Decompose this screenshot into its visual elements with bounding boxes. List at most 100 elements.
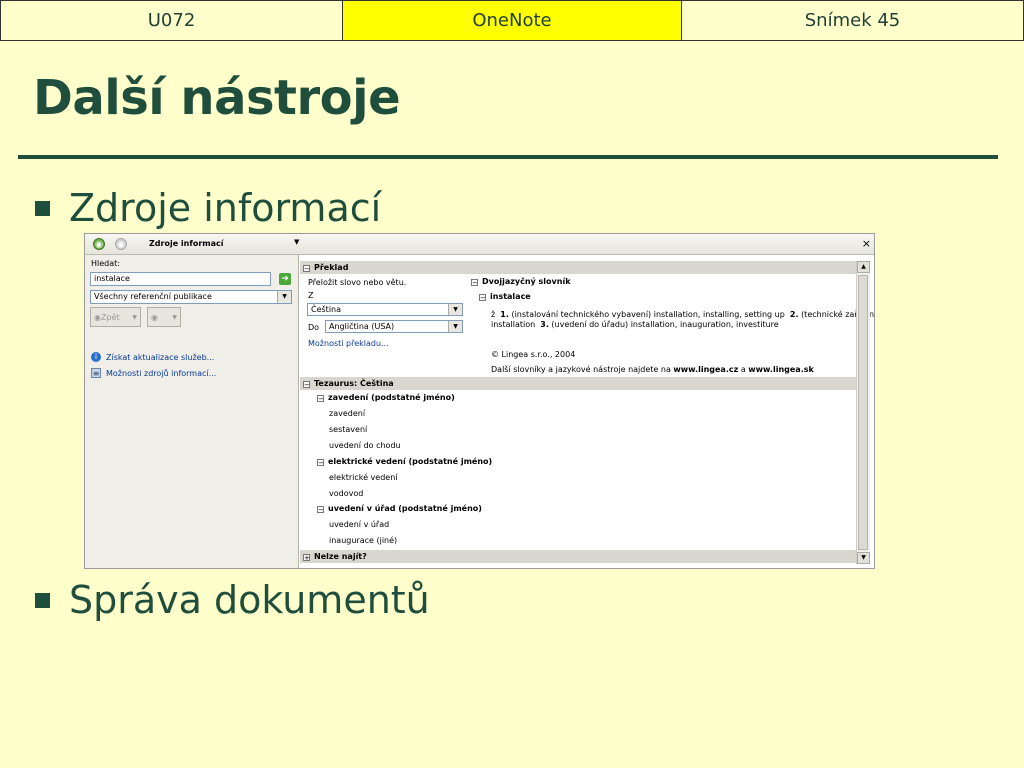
from-language-value: Čeština bbox=[311, 305, 342, 314]
forward-icon[interactable]: ◉ bbox=[93, 238, 105, 250]
def-3-number: 3. bbox=[540, 320, 549, 329]
def-3-text: (uvedení do úřadu) installation, inaugur… bbox=[551, 320, 779, 329]
dict-pos: ž bbox=[491, 310, 496, 319]
to-language-value: Angličtina (USA) bbox=[329, 322, 395, 331]
course-code: U072 bbox=[0, 0, 343, 41]
thesaurus-item[interactable]: sestavení bbox=[329, 425, 367, 434]
collapse-icon[interactable]: − bbox=[317, 459, 324, 467]
get-updates-label: Získat aktualizace služeb... bbox=[106, 352, 215, 362]
thesaurus-section-header[interactable]: − Tezaurus: Čeština bbox=[300, 377, 857, 390]
chevron-down-icon[interactable]: ▼ bbox=[132, 314, 137, 321]
thesaurus-item[interactable]: zavedení bbox=[329, 409, 365, 418]
results-scrollbar[interactable]: ▲ ▼ bbox=[856, 261, 870, 564]
translation-options-link[interactable]: Možnosti překladu... bbox=[308, 339, 389, 348]
not-found-section-header[interactable]: + Nelze najít? bbox=[300, 550, 857, 563]
thesaurus-group-header[interactable]: − uvedení v úřad (podstatné jméno) bbox=[317, 504, 482, 514]
forward-button[interactable]: ◉ ▼ bbox=[147, 307, 181, 327]
translate-prompt: Přeložit slovo nebo větu. bbox=[308, 278, 407, 287]
chevron-down-icon[interactable]: ▼ bbox=[448, 321, 462, 332]
thesaurus-group-title: zavedení (podstatné jméno) bbox=[328, 393, 455, 402]
search-input[interactable]: instalace bbox=[90, 272, 271, 286]
from-language-select[interactable]: Čeština ▼ bbox=[307, 303, 463, 316]
info-icon: i bbox=[91, 352, 101, 362]
more-prefix: Další slovníky a jazykové nástroje najde… bbox=[491, 365, 671, 374]
research-toolbar: ◉ ◉ Zdroje informací ▼ × bbox=[85, 234, 874, 255]
search-panel: Hledat: instalace ➔ Všechny referenční p… bbox=[85, 255, 299, 568]
bullet-text: Správa dokumentů bbox=[69, 578, 430, 622]
from-label: Z bbox=[308, 291, 314, 300]
title-divider bbox=[18, 155, 998, 159]
source-select-value: Všechny referenční publikace bbox=[94, 292, 212, 301]
thesaurus-group-header[interactable]: − zavedení (podstatné jméno) bbox=[317, 393, 455, 403]
bullet-text: Zdroje informací bbox=[69, 186, 382, 230]
dict-more-info: Další slovníky a jazykové nástroje najde… bbox=[491, 365, 814, 374]
thesaurus-group-header[interactable]: − elektrické vedení (podstatné jméno) bbox=[317, 457, 493, 467]
chevron-down-icon[interactable]: ▼ bbox=[448, 304, 462, 315]
chevron-down-icon[interactable]: ▼ bbox=[277, 291, 291, 303]
back-icon: ◉ bbox=[94, 312, 101, 322]
thesaurus-item[interactable]: vodovod bbox=[329, 489, 363, 498]
get-updates-link[interactable]: i Získat aktualizace služeb... bbox=[91, 352, 214, 362]
def-2b-text: installation bbox=[491, 320, 536, 329]
lingea-sk-link[interactable]: www.lingea.sk bbox=[748, 365, 814, 374]
dict-entry-header[interactable]: − instalace bbox=[479, 292, 531, 302]
collapse-icon[interactable]: − bbox=[479, 294, 486, 302]
forward-icon: ◉ bbox=[151, 312, 158, 322]
dict-copyright: © Lingea s.r.o., 2004 bbox=[491, 350, 576, 359]
slide-header: U072 OneNote Snímek 45 bbox=[0, 0, 1024, 41]
bilingual-dictionary-header[interactable]: − Dvojjazyčný slovník bbox=[471, 277, 571, 287]
dict-definitions-line2: installation 3. (uvedení do úřadu) insta… bbox=[491, 320, 779, 329]
thesaurus-group-title: uvedení v úřad (podstatné jméno) bbox=[328, 504, 482, 513]
collapse-icon[interactable]: − bbox=[303, 381, 310, 389]
toolbar-title: Zdroje informací bbox=[149, 239, 224, 248]
collapse-icon[interactable]: − bbox=[317, 395, 324, 403]
topic-name: OneNote bbox=[343, 0, 682, 41]
close-icon[interactable]: × bbox=[862, 237, 871, 250]
back-button[interactable]: ◉ Zpět ▼ bbox=[90, 307, 141, 327]
book-icon: ≡ bbox=[91, 368, 101, 378]
to-label: Do bbox=[308, 323, 320, 332]
back-icon[interactable]: ◉ bbox=[115, 238, 127, 250]
def-1-number: 1. bbox=[500, 310, 509, 319]
bullet-item: Správa dokumentů bbox=[35, 578, 430, 622]
scroll-down-icon[interactable]: ▼ bbox=[857, 552, 870, 564]
search-label: Hledat: bbox=[91, 259, 120, 268]
def-1-text: (instalování technického vybavení) insta… bbox=[511, 310, 785, 319]
dict-word: instalace bbox=[490, 292, 531, 301]
thesaurus-item[interactable]: inaugurace (jiné) bbox=[329, 536, 397, 545]
chevron-down-icon[interactable]: ▼ bbox=[172, 314, 177, 321]
lingea-cz-link[interactable]: www.lingea.cz bbox=[673, 365, 738, 374]
collapse-icon[interactable]: − bbox=[471, 279, 478, 287]
collapse-icon[interactable]: − bbox=[317, 506, 324, 514]
bullet-item: Zdroje informací bbox=[35, 186, 381, 230]
dict-title: Dvojjazyčný slovník bbox=[482, 277, 571, 286]
thesaurus-item[interactable]: elektrické vedení bbox=[329, 473, 398, 482]
slide-number: Snímek 45 bbox=[682, 0, 1024, 41]
scroll-up-icon[interactable]: ▲ bbox=[857, 261, 870, 273]
bullet-square-icon bbox=[35, 200, 50, 216]
not-found-title: Nelze najít? bbox=[314, 552, 367, 561]
chevron-down-icon[interactable]: ▼ bbox=[294, 238, 299, 246]
expand-icon[interactable]: + bbox=[303, 554, 310, 562]
source-select[interactable]: Všechny referenční publikace ▼ bbox=[90, 290, 292, 304]
research-pane-screenshot: ◉ ◉ Zdroje informací ▼ × Hledat: instala… bbox=[84, 233, 875, 569]
bullet-square-icon bbox=[35, 592, 50, 608]
collapse-icon[interactable]: − bbox=[303, 265, 310, 273]
to-language-select[interactable]: Angličtina (USA) ▼ bbox=[325, 320, 463, 333]
translation-section-header[interactable]: − Překlad bbox=[300, 261, 857, 274]
results-panel: − Překlad Přeložit slovo nebo větu. Z Češ… bbox=[299, 255, 874, 568]
start-search-icon[interactable]: ➔ bbox=[279, 273, 291, 285]
translation-title: Překlad bbox=[314, 263, 349, 272]
dict-definitions-line1: ž 1. (instalování technického vybavení) … bbox=[491, 310, 874, 319]
more-and: a bbox=[740, 365, 746, 374]
scroll-thumb[interactable] bbox=[858, 275, 868, 550]
thesaurus-group-title: elektrické vedení (podstatné jméno) bbox=[328, 457, 493, 466]
research-options-link[interactable]: ≡ Možnosti zdrojů informací... bbox=[91, 368, 216, 378]
research-options-label: Možnosti zdrojů informací... bbox=[106, 368, 217, 378]
slide-title: Další nástroje bbox=[33, 70, 401, 126]
back-label: Zpět bbox=[100, 312, 120, 322]
def-2-number: 2. bbox=[789, 310, 799, 319]
thesaurus-title: Tezaurus: Čeština bbox=[314, 379, 394, 388]
thesaurus-item[interactable]: uvedení do chodu bbox=[329, 441, 401, 450]
thesaurus-item[interactable]: uvedení v úřad bbox=[329, 520, 389, 529]
